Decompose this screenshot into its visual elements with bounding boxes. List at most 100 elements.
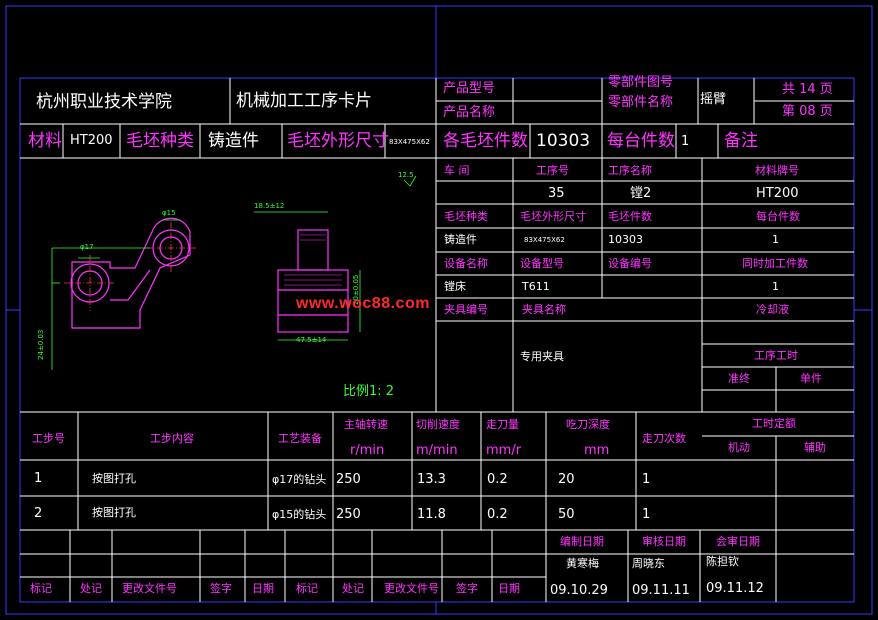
compiler-name: 黄寒梅: [566, 557, 599, 570]
product-name-label: 产品名称: [443, 105, 496, 120]
part-front-view: [51, 217, 196, 370]
blank-type-value: 铸造件: [208, 131, 259, 151]
process-no-label: 工序号: [536, 164, 569, 177]
step-1-spindle: 250: [336, 472, 361, 487]
spindle-header: 主轴转速: [344, 418, 388, 431]
step-1-equipment: φ17的钻头: [272, 473, 327, 486]
mark-label-2: 标记: [296, 582, 318, 595]
step-1-feed: 0.2: [487, 472, 508, 487]
per-unit-label: 每台件数: [756, 210, 800, 223]
material-grade-label: 材料牌号: [755, 164, 799, 177]
dim-phi17: φ17: [80, 243, 94, 251]
step-1-content: 按图打孔: [92, 472, 136, 485]
sign-date: 09.11.12: [706, 581, 764, 596]
dim-24: 24±0.03: [37, 329, 45, 360]
date-label-1: 日期: [252, 582, 274, 595]
step-2-depth: 50: [558, 507, 575, 522]
blank-kind-label: 毛坯种类: [444, 210, 488, 223]
coolant-label: 冷却液: [756, 303, 789, 316]
spindle-unit: r/min: [350, 443, 385, 458]
part-name-label: 零部件名称: [608, 95, 674, 110]
mark-label-1: 标记: [30, 582, 52, 595]
per-unit: 1: [772, 233, 779, 246]
material-grade: HT200: [756, 186, 799, 201]
prep-label: 准终: [728, 372, 750, 385]
sign-label-2: 签字: [456, 582, 478, 595]
product-model-label: 产品型号: [443, 81, 496, 96]
scale-label: 比例1: 2: [343, 384, 395, 399]
doc-label-2: 更改文件号: [384, 582, 439, 595]
aux-time-header: 辅助: [804, 441, 826, 454]
reviewer-name: 周晓东: [632, 557, 665, 570]
machine-time-header: 机动: [728, 441, 750, 454]
speed-unit: m/min: [416, 443, 458, 458]
signer-name: 陈担钦: [706, 555, 739, 568]
part-name: 摇臂: [700, 92, 727, 107]
place-label-1: 处记: [80, 582, 102, 595]
blanks-per-part-label: 各毛坯件数: [443, 131, 528, 151]
blank-size-label: 毛坯外形尺寸: [287, 131, 389, 151]
process-name-label: 工序名称: [608, 164, 652, 177]
sign-date-label: 会审日期: [716, 535, 760, 548]
doc-label-1: 更改文件号: [122, 582, 177, 595]
quota-header: 工时定额: [752, 417, 796, 430]
material-label: 材料: [28, 131, 62, 151]
feed-unit: mm/r: [486, 443, 522, 458]
simul: 1: [772, 280, 779, 293]
process-no: 35: [548, 186, 565, 201]
step-2-feed: 0.2: [487, 507, 508, 522]
blank-kind: 铸造件: [444, 233, 477, 246]
dim-phi15: φ15: [162, 209, 176, 217]
equipment-header: 工艺装备: [278, 432, 322, 445]
step-2-spindle: 250: [336, 507, 361, 522]
workshop-label: 车 间: [444, 164, 470, 177]
page-number: 第 08 页: [782, 104, 833, 119]
table-grid: [20, 78, 854, 602]
compile-date-label: 编制日期: [560, 535, 604, 548]
step-1-no: 1: [34, 471, 43, 486]
fixture-no-label: 夹具编号: [444, 303, 488, 316]
step-2-equipment: φ15的钻头: [272, 508, 327, 521]
step-1-passes: 1: [642, 472, 651, 487]
step-2-passes: 1: [642, 507, 651, 522]
date-label-2: 日期: [498, 582, 520, 595]
blank-size-2: 83X475X62: [524, 236, 565, 244]
step-content-header: 工步内容: [150, 432, 194, 445]
blank-size-label-2: 毛坯外形尺寸: [520, 210, 586, 223]
card-title: 机械加工工序卡片: [236, 91, 372, 111]
roughness-mark: 12.5: [398, 171, 414, 179]
dim-bottom: 47.5±14: [296, 336, 327, 344]
review-date: 09.11.11: [632, 583, 690, 598]
step-2-speed: 11.8: [417, 507, 446, 522]
per-machine-label: 每台件数: [607, 131, 675, 151]
blank-type-label: 毛坯种类: [126, 131, 194, 151]
step-no-header: 工步号: [32, 432, 65, 445]
blank-size-value: 83X475X62: [389, 138, 430, 146]
fixture-name: 专用夹具: [520, 350, 564, 363]
material-value: HT200: [70, 133, 113, 148]
step-1-speed: 13.3: [417, 472, 446, 487]
fixture-name-label: 夹具名称: [522, 303, 566, 316]
compile-date: 09.10.29: [550, 583, 608, 598]
depth-header: 吃刀深度: [566, 418, 610, 431]
blank-count: 10303: [608, 233, 643, 246]
step-2-content: 按图打孔: [92, 506, 136, 519]
equip-name: 镗床: [444, 280, 466, 293]
equip-no-label: 设备编号: [608, 257, 652, 270]
dim-18-5: 18.5±12: [254, 202, 285, 210]
step-2-no: 2: [34, 506, 43, 521]
total-pages: 共 14 页: [782, 82, 833, 97]
speed-header: 切削速度: [416, 418, 460, 431]
per-machine-value: 1: [681, 134, 690, 149]
simul-label: 同时加工件数: [742, 257, 808, 270]
step-1-depth: 20: [558, 472, 575, 487]
process-time-label: 工序工时: [754, 349, 798, 362]
place-label-2: 处记: [342, 582, 364, 595]
part-side-view: [254, 175, 417, 341]
remarks-label: 备注: [724, 131, 758, 151]
feed-header: 走刀量: [486, 418, 519, 431]
unit-time-label: 单件: [800, 372, 822, 385]
review-date-label: 审核日期: [642, 535, 686, 548]
equip-model-label: 设备型号: [520, 257, 564, 270]
part-drawing-no-label: 零部件图号: [608, 75, 674, 90]
